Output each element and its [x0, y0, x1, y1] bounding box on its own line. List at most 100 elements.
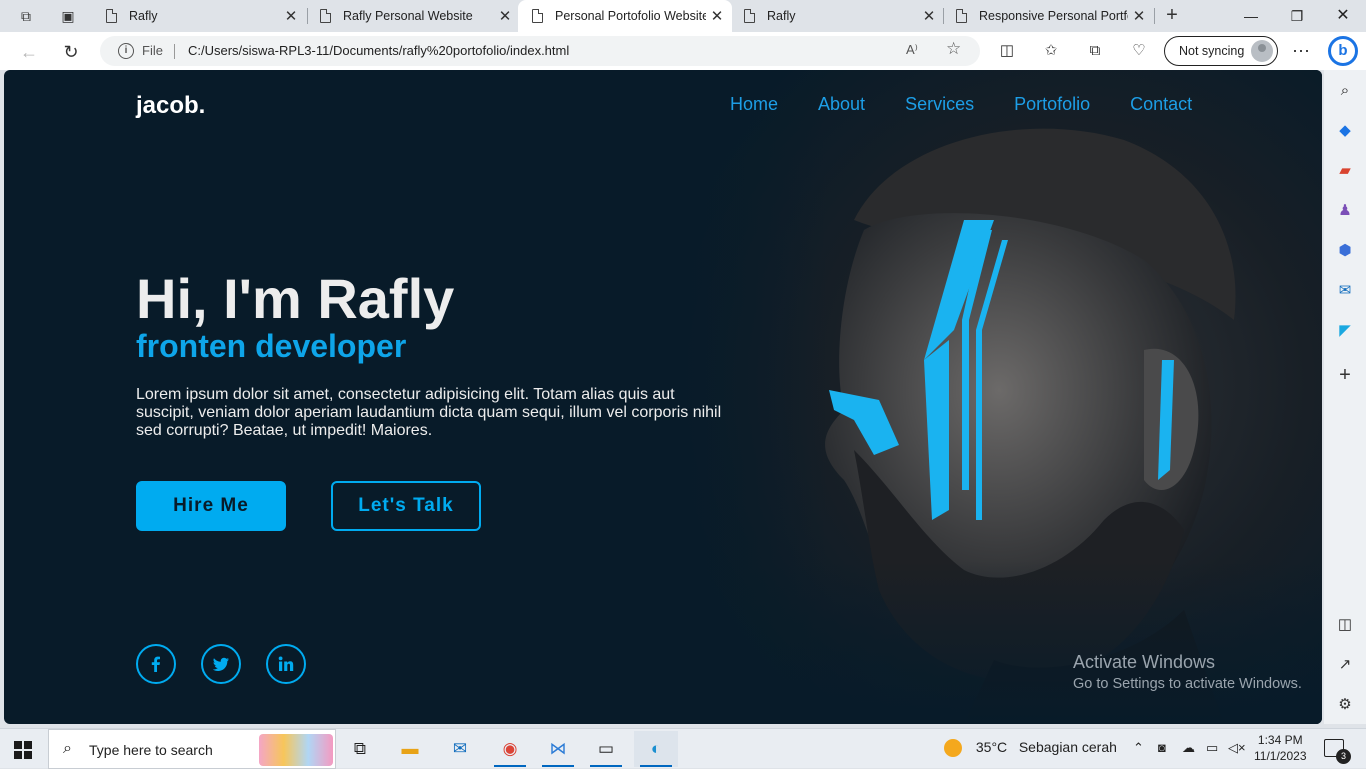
- hero-title: Hi, I'm Rafly: [136, 267, 455, 330]
- favorites-icon[interactable]: ✩: [1040, 40, 1062, 62]
- favorite-star-icon[interactable]: ☆: [946, 39, 961, 59]
- profile-sync-button[interactable]: Not syncing: [1164, 36, 1278, 66]
- browser-tab-strip: ⧉ ▣ Rafly ✕ Rafly Personal Website ✕ Per…: [0, 0, 1366, 32]
- tools-icon[interactable]: ▰: [1334, 160, 1356, 182]
- tab-rafly-1[interactable]: Rafly ✕: [92, 0, 306, 32]
- notification-badge: 3: [1336, 749, 1351, 764]
- page-icon: [106, 9, 117, 23]
- linkedin-link[interactable]: [266, 644, 306, 684]
- edge-sidebar: ⌕ ◆ ▰ ♟ ⬢ ✉ ◤ + ◫ ↗ ⚙: [1324, 70, 1366, 724]
- tab-responsive-personal-portfolio[interactable]: Responsive Personal Portfolio ✕: [942, 0, 1154, 32]
- vscode-icon[interactable]: ⋈: [536, 731, 580, 767]
- sidebar-search-icon[interactable]: ⌕: [1334, 80, 1356, 102]
- close-window-icon[interactable]: ✕: [1320, 0, 1366, 32]
- external-link-icon[interactable]: ↗: [1334, 654, 1356, 676]
- read-aloud-icon[interactable]: A⁾: [906, 42, 918, 58]
- display-icon[interactable]: ▭: [1206, 740, 1218, 756]
- portrait-image: [664, 70, 1322, 724]
- tab-title: Rafly Personal Website: [343, 9, 473, 23]
- scheme-label: File: [142, 43, 163, 58]
- taskbar-search[interactable]: ⌕ Type here to search: [48, 729, 336, 769]
- browser-toolbar: ← ↻ i File C:/Users/siswa-RPL3-11/Docume…: [0, 32, 1366, 70]
- page-icon: [956, 9, 967, 23]
- copilot-icon[interactable]: b: [1328, 36, 1358, 66]
- edge-icon[interactable]: ◐: [634, 731, 678, 767]
- close-tab-icon[interactable]: ✕: [918, 7, 940, 25]
- more-menu-icon[interactable]: ⋯: [1290, 40, 1312, 62]
- address-bar[interactable]: i File C:/Users/siswa-RPL3-11/Documents/…: [100, 36, 980, 66]
- start-button[interactable]: [14, 741, 32, 759]
- twitter-icon: [212, 657, 229, 671]
- terminal-icon[interactable]: ▭: [584, 731, 628, 767]
- linkedin-icon: [278, 656, 294, 671]
- tab-personal-portofolio-website[interactable]: Personal Portofolio Website ✕: [518, 0, 732, 32]
- page-icon: [532, 9, 543, 23]
- shopping-tag-icon[interactable]: ◆: [1334, 120, 1356, 142]
- tab-title: Rafly: [767, 9, 796, 23]
- minimize-icon[interactable]: —: [1228, 0, 1274, 32]
- weather-widget[interactable]: 35°C Sebagian cerah: [944, 739, 1117, 758]
- page-icon: [744, 9, 755, 23]
- split-screen-icon[interactable]: ◫: [996, 40, 1018, 62]
- facebook-link[interactable]: [136, 644, 176, 684]
- page-viewport: jacob. Home About Services Portofolio Co…: [4, 70, 1322, 724]
- system-clock[interactable]: 1:34 PM 11/1/2023: [1254, 732, 1307, 764]
- collections-icon[interactable]: ⧉: [1084, 40, 1106, 62]
- restore-icon[interactable]: ❐: [1274, 0, 1320, 32]
- facebook-icon: [151, 656, 160, 672]
- back-arrow-icon[interactable]: ←: [16, 39, 42, 65]
- hide-sidebar-icon[interactable]: ◫: [1334, 614, 1356, 636]
- nav-home[interactable]: Home: [730, 94, 778, 115]
- file-explorer-icon[interactable]: ▬: [388, 731, 432, 767]
- info-icon[interactable]: i: [118, 43, 134, 59]
- clock-date: 11/1/2023: [1254, 749, 1307, 763]
- task-view-icon[interactable]: ⧉: [338, 731, 382, 767]
- add-sidebar-app-icon[interactable]: +: [1334, 364, 1356, 386]
- sidebar-settings-icon[interactable]: ⚙: [1334, 694, 1356, 716]
- tab-title: Personal Portofolio Website: [555, 9, 706, 23]
- tab-separator: [1154, 8, 1155, 24]
- refresh-icon[interactable]: ↻: [58, 39, 84, 65]
- lets-talk-button[interactable]: Let's Talk: [331, 481, 481, 531]
- tab-actions-icon[interactable]: ▣: [58, 6, 78, 26]
- url-text[interactable]: C:/Users/siswa-RPL3-11/Documents/rafly%2…: [188, 43, 569, 58]
- network-icon[interactable]: ☁: [1182, 740, 1195, 756]
- site-logo[interactable]: jacob.: [136, 92, 205, 120]
- nav-portofolio[interactable]: Portofolio: [1014, 94, 1090, 115]
- tab-rafly-2[interactable]: Rafly ✕: [730, 0, 944, 32]
- volume-muted-icon[interactable]: ◁×: [1228, 740, 1246, 756]
- close-tab-icon[interactable]: ✕: [280, 7, 302, 25]
- hire-me-button[interactable]: Hire Me: [136, 481, 286, 531]
- sync-label: Not syncing: [1179, 44, 1245, 58]
- weather-sun-icon: [944, 739, 962, 758]
- address-divider: [174, 44, 175, 59]
- drop-icon[interactable]: ◤: [1334, 320, 1356, 342]
- outlook-icon[interactable]: ✉: [1334, 280, 1356, 302]
- tray-chevron-icon[interactable]: ⌃: [1133, 740, 1144, 756]
- nav-contact[interactable]: Contact: [1130, 94, 1192, 115]
- close-tab-icon[interactable]: ✕: [494, 7, 516, 25]
- main-nav: Home About Services Portofolio Contact: [730, 94, 1232, 115]
- search-highlight-image: [259, 734, 333, 766]
- mail-icon[interactable]: ✉: [438, 731, 482, 767]
- microsoft-365-icon[interactable]: ⬢: [1334, 240, 1356, 262]
- new-tab-icon[interactable]: +: [1162, 5, 1182, 25]
- games-icon[interactable]: ♟: [1334, 200, 1356, 222]
- close-tab-icon[interactable]: ✕: [1128, 7, 1150, 25]
- avatar: [1251, 40, 1273, 62]
- tab-title: Rafly: [129, 9, 158, 23]
- twitter-link[interactable]: [201, 644, 241, 684]
- nav-services[interactable]: Services: [905, 94, 974, 115]
- notification-center-icon[interactable]: 3: [1324, 739, 1351, 764]
- hero-subtitle: fronten developer: [136, 328, 407, 364]
- hero-description: Lorem ipsum dolor sit amet, consectetur …: [136, 386, 722, 439]
- workspaces-icon[interactable]: ⧉: [16, 6, 36, 26]
- nav-about[interactable]: About: [818, 94, 865, 115]
- browser-essentials-icon[interactable]: ♡: [1128, 40, 1150, 62]
- search-placeholder: Type here to search: [89, 742, 213, 758]
- tab-rafly-personal-website[interactable]: Rafly Personal Website ✕: [306, 0, 520, 32]
- page-icon: [320, 9, 331, 23]
- close-tab-icon[interactable]: ✕: [706, 7, 728, 25]
- meet-now-icon[interactable]: ◙: [1158, 740, 1166, 755]
- chrome-icon[interactable]: ◉: [488, 731, 532, 767]
